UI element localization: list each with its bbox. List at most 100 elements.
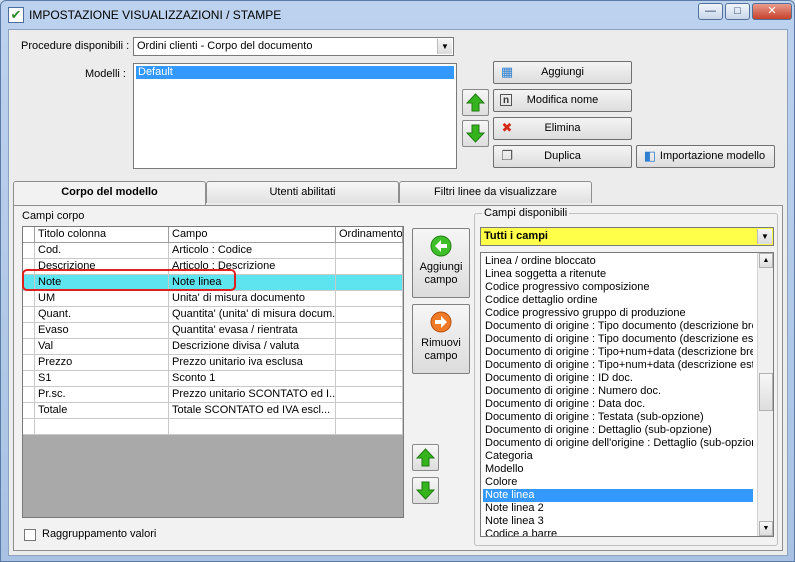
column-header-campo[interactable]: Campo — [169, 227, 336, 243]
cell-titolo[interactable]: Prezzo — [35, 355, 169, 371]
list-item[interactable]: Note linea — [483, 489, 753, 502]
list-item[interactable]: Codice progressivo gruppo di produzione — [483, 307, 753, 320]
column-header-ordinamento[interactable]: Ordinamento — [336, 227, 403, 243]
list-item[interactable]: Codice progressivo composizione — [483, 281, 753, 294]
chevron-down-icon[interactable]: ▼ — [437, 39, 452, 54]
table-row[interactable] — [23, 419, 403, 435]
chevron-down-icon[interactable]: ▼ — [757, 229, 772, 244]
scroll-thumb[interactable] — [759, 373, 773, 411]
campi-disponibili-list[interactable]: Linea / ordine bloccato Linea soggetta a … — [480, 252, 774, 537]
cell-campo[interactable]: Unita' di misura documento — [169, 291, 336, 307]
row-header-cell[interactable] — [23, 323, 35, 339]
maximize-button[interactable]: □ — [725, 3, 750, 20]
importazione-modello-button[interactable]: ◧ Importazione modello — [636, 145, 775, 168]
cell-ordinamento[interactable] — [336, 323, 403, 339]
elimina-button[interactable]: ✖ Elimina — [493, 117, 632, 140]
cell-campo[interactable] — [169, 419, 336, 435]
cell-ordinamento[interactable] — [336, 259, 403, 275]
cell-titolo[interactable]: Pr.sc. — [35, 387, 169, 403]
list-item[interactable]: Documento di origine : Data doc. — [483, 398, 753, 411]
model-move-up-button[interactable] — [462, 89, 489, 116]
aggiungi-button[interactable]: ▦ Aggiungi — [493, 61, 632, 84]
table-row[interactable]: UM Unita' di misura documento — [23, 291, 403, 307]
list-item[interactable]: Note linea 2 — [483, 502, 753, 515]
raggruppamento-checkbox[interactable] — [24, 529, 36, 541]
cell-titolo[interactable]: Val — [35, 339, 169, 355]
cell-campo[interactable]: Totale SCONTATO ed IVA escl... — [169, 403, 336, 419]
cell-ordinamento[interactable] — [336, 371, 403, 387]
cell-campo[interactable]: Prezzo unitario SCONTATO ed I... — [169, 387, 336, 403]
cell-campo[interactable]: Quantita' (unita' di misura docum... — [169, 307, 336, 323]
cell-campo[interactable]: Descrizione divisa / valuta — [169, 339, 336, 355]
scroll-up-arrow-icon[interactable]: ▲ — [759, 253, 773, 268]
close-button[interactable]: ✕ — [752, 3, 792, 20]
list-item[interactable]: Documento di origine : Tipo+num+data (de… — [483, 346, 753, 359]
row-header-cell[interactable] — [23, 307, 35, 323]
cell-ordinamento[interactable] — [336, 275, 403, 291]
list-item[interactable]: Note linea 3 — [483, 515, 753, 528]
tab-corpo-del-modello[interactable]: Corpo del modello — [13, 181, 206, 205]
title-bar[interactable]: ✔ IMPOSTAZIONE VISUALIZZAZIONI / STAMPE … — [1, 1, 794, 29]
list-item[interactable]: Documento di origine : Testata (sub-opzi… — [483, 411, 753, 424]
list-item[interactable]: Documento di origine : Tipo documento (d… — [483, 320, 753, 333]
cell-titolo[interactable]: Cod. — [35, 243, 169, 259]
list-item[interactable]: Modello — [483, 463, 753, 476]
row-header-cell[interactable] — [23, 243, 35, 259]
row-header-cell[interactable] — [23, 355, 35, 371]
list-item[interactable]: Documento di origine : ID doc. — [483, 372, 753, 385]
model-move-down-button[interactable] — [462, 120, 489, 147]
row-header-cell[interactable] — [23, 387, 35, 403]
cell-campo[interactable]: Articolo : Codice — [169, 243, 336, 259]
tab-utenti-abilitati[interactable]: Utenti abilitati — [206, 181, 399, 203]
cell-titolo[interactable]: UM — [35, 291, 169, 307]
field-move-up-button[interactable] — [412, 444, 439, 471]
row-header-cell[interactable] — [23, 403, 35, 419]
column-header-titolo[interactable]: Titolo colonna — [35, 227, 169, 243]
cell-ordinamento[interactable] — [336, 291, 403, 307]
table-row[interactable]: Prezzo Prezzo unitario iva esclusa — [23, 355, 403, 371]
cell-titolo[interactable] — [35, 419, 169, 435]
cell-campo[interactable]: Quantita' evasa / rientrata — [169, 323, 336, 339]
table-row[interactable]: S1 Sconto 1 — [23, 371, 403, 387]
table-row[interactable]: Pr.sc. Prezzo unitario SCONTATO ed I... — [23, 387, 403, 403]
rimuovi-campo-button[interactable]: Rimuovi campo — [412, 304, 470, 374]
cell-titolo[interactable]: Quant. — [35, 307, 169, 323]
vertical-scrollbar[interactable]: ▲ ▼ — [757, 253, 773, 536]
list-item[interactable]: Codice a barre — [483, 528, 753, 536]
row-header-cell[interactable] — [23, 339, 35, 355]
campi-filter-select[interactable]: Tutti i campi ▼ — [480, 227, 774, 246]
list-item[interactable]: Documento di origine : Tipo+num+data (de… — [483, 359, 753, 372]
row-header-cell[interactable] — [23, 371, 35, 387]
minimize-button[interactable]: — — [698, 3, 723, 20]
cell-ordinamento[interactable] — [336, 403, 403, 419]
tab-filtri-linee[interactable]: Filtri linee da visualizzare — [399, 181, 592, 203]
row-header-cell[interactable] — [23, 419, 35, 435]
list-item[interactable]: Documento di origine : Tipo documento (d… — [483, 333, 753, 346]
list-item[interactable]: Documento di origine : Dettaglio (sub-op… — [483, 424, 753, 437]
cell-campo[interactable]: Sconto 1 — [169, 371, 336, 387]
modelli-item-default[interactable]: Default — [136, 66, 454, 79]
cell-campo[interactable]: Prezzo unitario iva esclusa — [169, 355, 336, 371]
list-item[interactable]: Colore — [483, 476, 753, 489]
cell-ordinamento[interactable] — [336, 307, 403, 323]
table-row[interactable]: Val Descrizione divisa / valuta — [23, 339, 403, 355]
table-row[interactable]: Cod. Articolo : Codice — [23, 243, 403, 259]
list-item[interactable]: Documento di origine dell'origine : Dett… — [483, 437, 753, 450]
list-item[interactable]: Codice dettaglio ordine — [483, 294, 753, 307]
cell-ordinamento[interactable] — [336, 243, 403, 259]
list-item[interactable]: Categoria — [483, 450, 753, 463]
list-item[interactable]: Linea / ordine bloccato — [483, 255, 753, 268]
list-item[interactable]: Linea soggetta a ritenute — [483, 268, 753, 281]
cell-ordinamento[interactable] — [336, 355, 403, 371]
table-row[interactable]: Totale Totale SCONTATO ed IVA escl... — [23, 403, 403, 419]
procedure-select[interactable]: Ordini clienti - Corpo del documento ▼ — [133, 37, 454, 56]
cell-ordinamento[interactable] — [336, 339, 403, 355]
table-row[interactable]: Quant. Quantita' (unita' di misura docum.… — [23, 307, 403, 323]
cell-titolo[interactable]: Evaso — [35, 323, 169, 339]
modifica-nome-button[interactable]: n Modifica nome — [493, 89, 632, 112]
aggiungi-campo-button[interactable]: Aggiungi campo — [412, 228, 470, 298]
cell-titolo[interactable]: Totale — [35, 403, 169, 419]
cell-ordinamento[interactable] — [336, 387, 403, 403]
modelli-list[interactable]: Default — [133, 63, 457, 169]
cell-titolo[interactable]: S1 — [35, 371, 169, 387]
